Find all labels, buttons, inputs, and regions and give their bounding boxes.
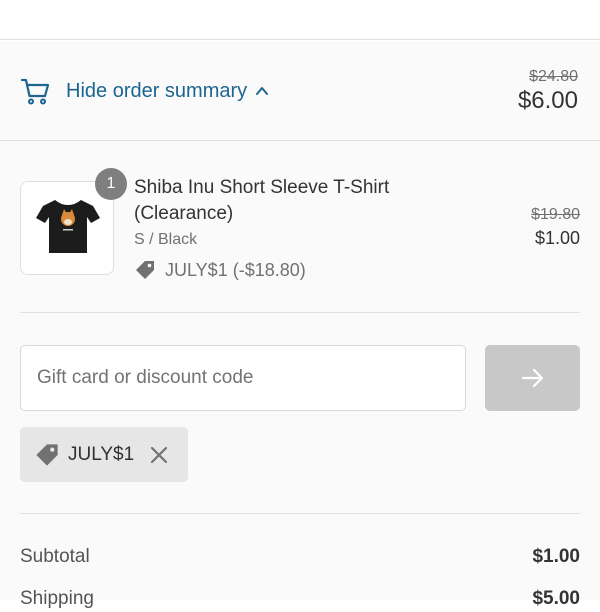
- arrow-right-icon: [519, 364, 547, 392]
- total-compare-price: $24.80: [529, 68, 578, 85]
- tshirt-image: [35, 196, 101, 256]
- line-item: 1 Shiba Inu Short Sleeve T-Shirt (Cleara…: [20, 168, 580, 293]
- divider: [20, 312, 580, 313]
- close-icon[interactable]: [148, 444, 170, 466]
- item-info: Shiba Inu Short Sleeve T-Shirt (Clearanc…: [134, 175, 454, 281]
- hide-order-summary-label: Hide order summary: [66, 79, 248, 102]
- cart-icon: [20, 76, 50, 106]
- tag-icon: [34, 442, 60, 468]
- shipping-label: Shipping: [20, 588, 94, 609]
- order-summary-toggle-bar: Hide order summary $24.80 $6.00: [0, 41, 600, 141]
- applied-discount-chip: JULY$1: [20, 427, 188, 482]
- apply-discount-button[interactable]: [485, 345, 580, 411]
- shipping-value: $5.00: [532, 588, 580, 609]
- order-summary-panel: Hide order summary $24.80 $6.00 1 Shiba …: [0, 41, 600, 609]
- tag-icon: [134, 259, 156, 281]
- item-discount: JULY$1 (-$18.80): [134, 259, 454, 281]
- chevron-up-icon: [255, 84, 269, 98]
- subtotal-row: Subtotal $1.00: [20, 544, 580, 570]
- top-bar: [0, 0, 600, 40]
- item-variant: S / Black: [134, 231, 198, 248]
- hide-order-summary-button[interactable]: Hide order summary: [20, 73, 269, 109]
- item-title: Shiba Inu Short Sleeve T-Shirt (Clearanc…: [134, 177, 390, 224]
- discount-code-input[interactable]: [20, 345, 466, 411]
- subtotal-label: Subtotal: [20, 546, 90, 567]
- item-price-block: $19.80 $1.00: [531, 205, 580, 251]
- divider: [20, 513, 580, 514]
- item-discount-label: JULY$1 (-$18.80): [165, 259, 306, 280]
- shipping-row: Shipping $5.00: [20, 586, 580, 612]
- total-price: $6.00: [517, 87, 578, 114]
- item-compare-price: $19.80: [531, 206, 580, 223]
- subtotal-value: $1.00: [532, 546, 580, 567]
- quantity-badge: 1: [95, 168, 127, 200]
- applied-discount-label: JULY$1: [68, 443, 135, 465]
- item-price: $1.00: [534, 228, 580, 248]
- summary-total: $24.80 $6.00: [518, 67, 578, 115]
